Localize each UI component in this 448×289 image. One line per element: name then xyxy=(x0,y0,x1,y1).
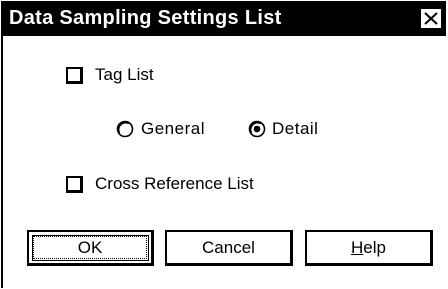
tag-list-label: Tag List xyxy=(95,65,154,84)
general-radio[interactable] xyxy=(116,120,134,138)
detail-label: Detail xyxy=(272,119,319,138)
help-button[interactable]: Help xyxy=(305,230,433,266)
cancel-button[interactable]: Cancel xyxy=(165,230,293,266)
help-mnemonic: H xyxy=(351,237,364,257)
dialog-title: Data Sampling Settings List xyxy=(9,7,282,29)
title-bar: Data Sampling Settings List xyxy=(3,2,446,36)
focus-rectangle xyxy=(33,236,147,259)
cross-reference-checkbox[interactable] xyxy=(66,176,83,193)
tag-list-checkbox[interactable] xyxy=(66,67,83,84)
general-label: General xyxy=(141,119,205,138)
close-icon xyxy=(424,12,438,25)
ok-button[interactable]: OK xyxy=(27,230,154,266)
close-button[interactable] xyxy=(420,8,442,29)
data-sampling-settings-dialog: Data Sampling Settings List Tag List Gen… xyxy=(1,1,446,288)
cross-reference-label: Cross Reference List xyxy=(95,174,254,193)
cancel-button-label: Cancel xyxy=(202,237,255,257)
help-label-rest: elp xyxy=(363,237,386,257)
help-button-label: Help xyxy=(351,238,386,258)
detail-radio[interactable] xyxy=(248,120,266,138)
